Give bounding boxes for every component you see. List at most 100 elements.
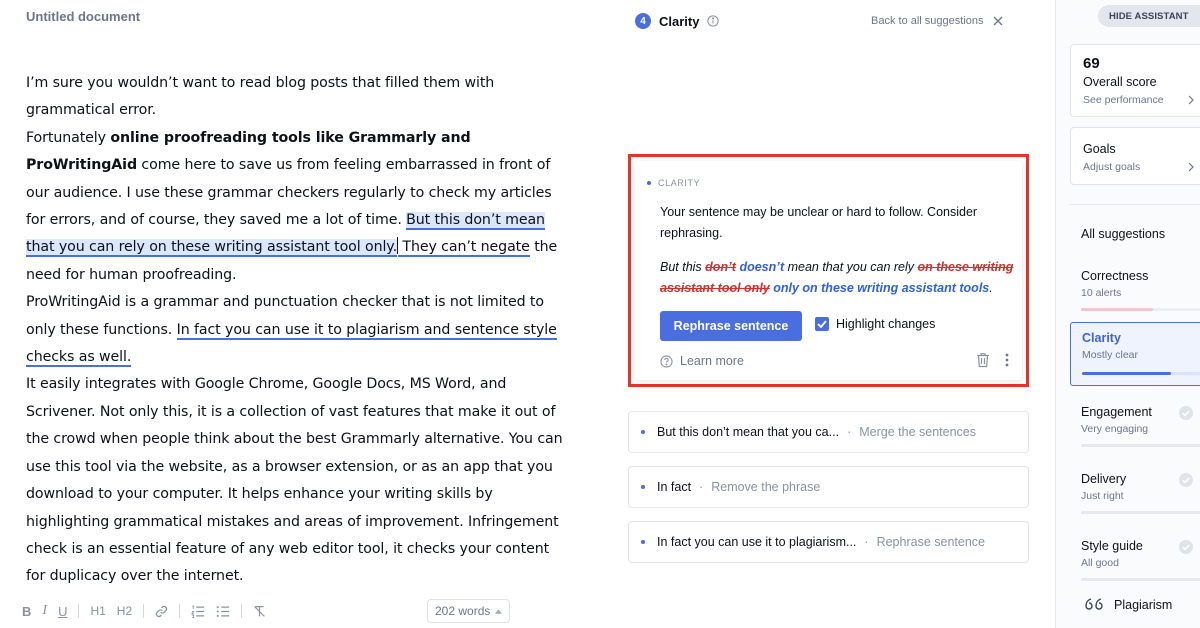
bullet-list-button[interactable] bbox=[216, 601, 230, 621]
heading2-button[interactable]: H2 bbox=[117, 601, 132, 621]
format-toolbar: B I U H1 H2 bbox=[22, 600, 277, 622]
italic-button[interactable]: I bbox=[42, 601, 47, 621]
plagiarism-button[interactable]: Plagiarism bbox=[1084, 598, 1172, 612]
separator-dot: · bbox=[847, 425, 852, 439]
more-options-icon[interactable] bbox=[1005, 352, 1009, 368]
clear-format-button[interactable] bbox=[253, 601, 266, 621]
suggestion-item-rephrase[interactable]: In fact you can use it to plagiarism... … bbox=[628, 521, 1029, 563]
hide-assistant-button[interactable]: HIDE ASSISTANT bbox=[1098, 5, 1200, 27]
highlight-changes-toggle[interactable]: Highlight changes bbox=[815, 317, 935, 331]
suggestion-action: Remove the phrase bbox=[711, 480, 821, 494]
text-run: Fortunately bbox=[26, 129, 111, 146]
paragraph-3: ProWritingAid is a grammar and punctuati… bbox=[26, 289, 566, 371]
word-count: 202 words bbox=[435, 604, 491, 618]
suggestion-text: In fact bbox=[657, 480, 692, 494]
category-delivery[interactable]: Delivery Just right bbox=[1070, 464, 1200, 524]
category-progress-fill bbox=[1082, 372, 1171, 375]
overall-score: 69 bbox=[1083, 55, 1100, 72]
category-progress-fill bbox=[1081, 578, 1200, 581]
goals-card[interactable]: Goals Adjust goals bbox=[1070, 127, 1200, 185]
chevron-right-icon bbox=[1188, 95, 1194, 105]
see-performance-link[interactable]: See performance bbox=[1083, 94, 1164, 106]
separator-dot: · bbox=[699, 480, 704, 494]
suggestion-count-badge: 4 bbox=[635, 13, 651, 29]
category-name: Engagement bbox=[1081, 405, 1152, 419]
category-dot bbox=[641, 430, 645, 434]
category-engagement[interactable]: Engagement Very engaging bbox=[1070, 397, 1200, 457]
category-name: Style guide bbox=[1081, 539, 1143, 553]
checkmark-icon bbox=[817, 320, 827, 328]
card-label-text: CLARITY bbox=[658, 178, 701, 188]
category-status: Very engaging bbox=[1081, 423, 1149, 435]
preview-text: But this bbox=[660, 260, 706, 274]
preview-text: . bbox=[989, 281, 993, 295]
toolbar-divider bbox=[179, 604, 181, 618]
category-name: Correctness bbox=[1081, 269, 1149, 283]
suggestion-text: But this don’t mean that you ca... bbox=[657, 425, 840, 439]
adjust-goals-link[interactable]: Adjust goals bbox=[1083, 161, 1140, 173]
checkbox[interactable] bbox=[815, 317, 829, 331]
sidebar-divider bbox=[1070, 204, 1200, 205]
quote-icon bbox=[1085, 598, 1103, 610]
document-editor[interactable]: I’m sure you wouldn’t want to read blog … bbox=[26, 70, 566, 591]
heading1-label: H1 bbox=[90, 604, 106, 618]
category-status: Just right bbox=[1081, 490, 1124, 502]
category-progress bbox=[1081, 578, 1200, 581]
category-status: All good bbox=[1081, 557, 1119, 569]
card-description: Your sentence may be unclear or hard to … bbox=[660, 205, 978, 240]
chevron-right-icon bbox=[1188, 162, 1194, 172]
underlined-phrase[interactable]: They can’t negate bbox=[397, 239, 530, 258]
category-progress bbox=[1081, 308, 1200, 311]
deleted-text: don’t bbox=[705, 260, 736, 274]
category-progress-fill bbox=[1081, 511, 1200, 514]
bullet-list-icon bbox=[216, 605, 230, 617]
heading1-button[interactable]: H1 bbox=[90, 601, 105, 621]
suggestion-item-remove[interactable]: In fact · Remove the phrase bbox=[628, 466, 1029, 508]
check-circle-icon bbox=[1179, 406, 1193, 420]
category-progress-fill bbox=[1081, 308, 1153, 311]
checkbox-label: Highlight changes bbox=[836, 317, 936, 331]
all-suggestions-link[interactable]: All suggestions bbox=[1081, 227, 1165, 241]
paragraph-1: I’m sure you wouldn’t want to read blog … bbox=[26, 75, 495, 119]
bold-label: B bbox=[22, 603, 32, 619]
paragraph-4: It easily integrates with Google Chrome,… bbox=[26, 376, 563, 585]
panel-header: 4 Clarity bbox=[635, 13, 720, 29]
overall-score-label: Overall score bbox=[1083, 75, 1157, 89]
highlight-annotation: CLARITY Your sentence may be unclear or … bbox=[628, 154, 1029, 387]
suggestion-item-merge[interactable]: But this don’t mean that you ca... · Mer… bbox=[628, 411, 1029, 453]
suggestion-action: Merge the sentences bbox=[859, 425, 976, 439]
document-title[interactable]: Untitled document bbox=[26, 9, 140, 24]
assistant-sidebar: HIDE ASSISTANT 69 Overall score See perf… bbox=[1055, 0, 1200, 628]
rephrase-sentence-button[interactable]: Rephrase sentence bbox=[660, 311, 802, 341]
underline-button[interactable]: U bbox=[58, 601, 67, 621]
trash-icon[interactable] bbox=[976, 352, 990, 368]
info-icon[interactable] bbox=[707, 15, 720, 27]
rephrase-preview: But this don’t doesn’t mean that you can… bbox=[660, 257, 1025, 299]
panel-title: Clarity bbox=[659, 13, 700, 29]
category-dot bbox=[641, 540, 645, 544]
category-style-guide[interactable]: Style guide All good bbox=[1070, 531, 1200, 591]
preview-text: mean that you can rely bbox=[784, 260, 918, 274]
suggestion-text: In fact you can use it to plagiarism... bbox=[657, 535, 857, 549]
toolbar-divider bbox=[143, 604, 145, 618]
category-clarity[interactable]: Clarity Mostly clear bbox=[1070, 322, 1200, 386]
link-icon bbox=[156, 605, 168, 617]
ordered-list-icon bbox=[191, 604, 205, 618]
category-progress-fill bbox=[1081, 444, 1200, 447]
word-count-button[interactable]: 202 words bbox=[427, 599, 511, 623]
underline-label: U bbox=[58, 603, 68, 619]
close-icon[interactable] bbox=[993, 16, 1003, 26]
bold-button[interactable]: B bbox=[22, 601, 31, 621]
learn-more-link[interactable]: Learn more bbox=[660, 354, 744, 368]
card-category-label: CLARITY bbox=[647, 178, 700, 188]
ordered-list-button[interactable] bbox=[191, 601, 205, 621]
link-button[interactable] bbox=[155, 601, 168, 621]
category-dot bbox=[641, 485, 645, 489]
check-circle-icon bbox=[1179, 473, 1193, 487]
check-circle-icon bbox=[1179, 540, 1193, 554]
overall-score-card[interactable]: 69 Overall score See performance bbox=[1070, 44, 1200, 117]
back-to-suggestions-link[interactable]: Back to all suggestions bbox=[871, 15, 1003, 27]
help-icon bbox=[660, 354, 673, 368]
category-correctness[interactable]: Correctness 10 alerts bbox=[1070, 261, 1200, 321]
category-name: Delivery bbox=[1081, 472, 1127, 486]
